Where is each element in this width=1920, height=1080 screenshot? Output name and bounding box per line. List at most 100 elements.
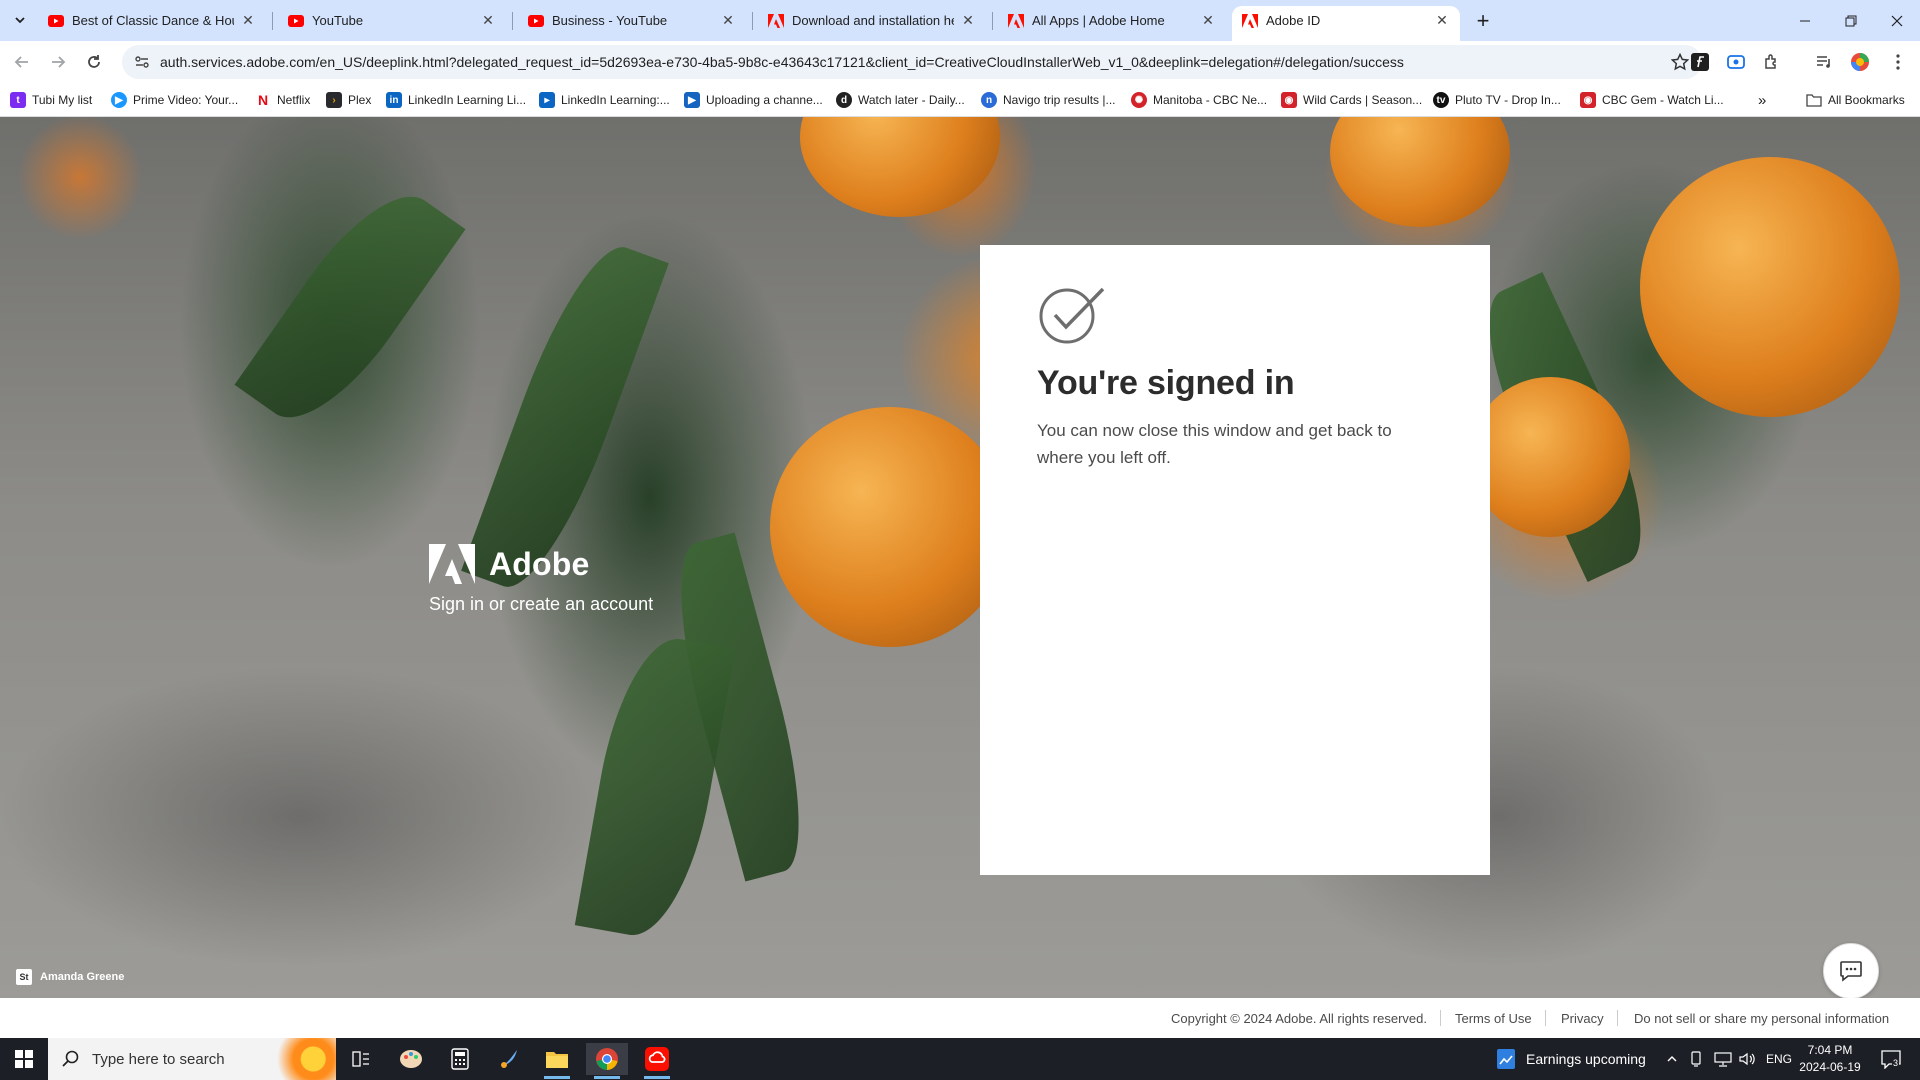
plus-icon: + (1476, 8, 1490, 33)
bookmark-label: Watch later - Daily... (858, 93, 965, 107)
clock-time: 7:04 PM (1807, 1043, 1853, 1057)
address-bar[interactable]: auth.services.adobe.com/en_US/deeplink.h… (122, 45, 1702, 79)
bookmark-cbc-gem[interactable]: ◉ CBC Gem - Watch Li... (1580, 91, 1724, 109)
tab-youtube[interactable]: YouTube ✕ (278, 6, 506, 35)
all-bookmarks-button[interactable]: All Bookmarks (1806, 91, 1905, 109)
folder-icon (1806, 92, 1822, 108)
back-arrow-icon (14, 56, 28, 68)
stock-chart-icon (1497, 1049, 1515, 1069)
close-tab-icon[interactable]: ✕ (960, 12, 976, 29)
bookmark-label: Manitoba - CBC Ne... (1153, 93, 1268, 107)
back-button[interactable] (8, 48, 36, 76)
search-highlight-icon (260, 1038, 336, 1080)
site-info-icon[interactable] (130, 50, 154, 74)
brand-subtitle: Sign in or create an account (429, 594, 654, 614)
calculator-icon[interactable] (439, 1043, 481, 1075)
bookmark-uploading-channel[interactable]: ▶ Uploading a channe... (684, 91, 823, 109)
bookmark-label: Netflix (277, 93, 311, 107)
task-view-icon[interactable] (340, 1043, 382, 1075)
bookmark-label: LinkedIn Learning Li... (408, 93, 527, 107)
tab-download-installation-help[interactable]: Download and installation help ✕ (758, 6, 986, 35)
forward-button[interactable] (44, 48, 72, 76)
bookmark-linkedin-learning-2[interactable]: ▸ LinkedIn Learning:... (539, 91, 670, 109)
bookmark-navigo[interactable]: n Navigo trip results |... (981, 91, 1116, 109)
linkedin-icon: in (386, 92, 402, 108)
more-menu-icon[interactable] (1886, 50, 1910, 74)
cbc-icon: ✺ (1131, 92, 1147, 108)
privacy-link[interactable]: Privacy (1561, 1011, 1604, 1026)
chat-support-button[interactable] (1823, 943, 1879, 998)
tab-adobe-id[interactable]: Adobe ID ✕ (1232, 6, 1460, 41)
weather-widget[interactable]: Earnings upcoming (1496, 1038, 1646, 1080)
plex-icon: › (326, 92, 342, 108)
bookmark-label: Navigo trip results |... (1003, 93, 1116, 107)
close-tab-icon[interactable]: ✕ (480, 12, 496, 29)
do-not-sell-link[interactable]: Do not sell or share my personal informa… (1634, 1011, 1889, 1026)
font-extension-icon[interactable] (1688, 50, 1712, 74)
taskbar-clock[interactable]: 7:04 PM 2024-06-19 (1790, 1042, 1870, 1076)
minimize-button[interactable] (1782, 0, 1828, 41)
network-icon[interactable] (1714, 1038, 1732, 1080)
input-language-indicator[interactable]: ENG (1766, 1038, 1792, 1080)
signed-in-card: You're signed in You can now close this … (980, 245, 1490, 875)
pluto-tv-icon: tv (1433, 92, 1449, 108)
creative-cloud-icon[interactable] (636, 1043, 678, 1079)
close-tab-icon[interactable]: ✕ (240, 12, 256, 29)
volume-icon[interactable] (1738, 1038, 1756, 1080)
bookmark-plex[interactable]: › Plex (326, 91, 371, 109)
more-bookmarks-button[interactable]: » (1758, 91, 1766, 109)
bookmark-label: Wild Cards | Season... (1303, 93, 1423, 107)
bookmark-linkedin-learning-1[interactable]: in LinkedIn Learning Li... (386, 91, 526, 109)
new-tab-button[interactable]: + (1470, 8, 1496, 34)
profile-avatar[interactable] (1848, 50, 1872, 74)
tab-separator (272, 12, 273, 30)
chrome-icon[interactable] (586, 1043, 628, 1079)
device-icon[interactable] (1690, 1038, 1702, 1080)
paint-app-icon[interactable] (390, 1043, 432, 1075)
adobe-brand: Adobe Sign in or create an account (429, 544, 653, 615)
photo-credit-name: Amanda Greene (40, 971, 125, 983)
screen-capture-extension-icon[interactable] (1724, 50, 1748, 74)
success-check-icon (1039, 287, 1105, 344)
tab-all-apps-adobe-home[interactable]: All Apps | Adobe Home ✕ (998, 6, 1226, 35)
start-button[interactable] (0, 1038, 48, 1080)
taskbar-search-box[interactable]: Type here to search (48, 1038, 336, 1080)
bookmark-prime-video[interactable]: ▶ Prime Video: Your... (111, 91, 238, 109)
close-tab-icon[interactable]: ✕ (1434, 12, 1450, 29)
footer-separator (1617, 1010, 1618, 1026)
bookmarks-bar: t Tubi My list ▶ Prime Video: Your... N Net… (0, 83, 1920, 117)
media-controls-icon[interactable] (1812, 50, 1836, 74)
extensions-puzzle-icon[interactable] (1760, 50, 1784, 74)
restore-button[interactable] (1828, 0, 1874, 41)
bookmark-dailymotion[interactable]: d Watch later - Daily... (836, 91, 965, 109)
tab-strip: Best of Classic Dance & House ✕ YouTube … (0, 0, 1920, 41)
youtube-icon (528, 13, 544, 29)
bookmark-wild-cards[interactable]: ◉ Wild Cards | Season... (1281, 91, 1422, 109)
background-leaf (574, 629, 736, 945)
reload-button[interactable] (80, 48, 108, 76)
show-hidden-icons-button[interactable] (1666, 1038, 1678, 1080)
bookmark-pluto-tv[interactable]: tv Pluto TV - Drop In... (1433, 91, 1561, 109)
tab-best-of-classic-dance[interactable]: Best of Classic Dance & House ✕ (38, 6, 266, 35)
close-tab-icon[interactable]: ✕ (720, 12, 736, 29)
bookmark-netflix[interactable]: N Netflix (255, 91, 310, 109)
paint-3d-icon[interactable] (488, 1043, 530, 1075)
tab-business-youtube[interactable]: Business - YouTube ✕ (518, 6, 746, 35)
windows-taskbar: Type here to search Earnings upcoming EN… (0, 1038, 1920, 1080)
terms-of-use-link[interactable]: Terms of Use (1455, 1011, 1532, 1026)
tab-search-button[interactable] (8, 8, 32, 32)
tab-title: All Apps | Adobe Home (1032, 13, 1165, 28)
photo-credit[interactable]: St Amanda Greene (16, 969, 124, 985)
footer-separator (1440, 1010, 1441, 1026)
bookmark-label: Prime Video: Your... (133, 93, 239, 107)
notification-center-button[interactable]: 3 (1880, 1038, 1902, 1080)
bookmark-tubi[interactable]: t Tubi My list (10, 91, 92, 109)
youtube-studio-icon: ▶ (684, 92, 700, 108)
tab-title: Best of Classic Dance & House (72, 13, 234, 28)
bookmark-cbc-manitoba[interactable]: ✺ Manitoba - CBC Ne... (1131, 91, 1267, 109)
close-window-button[interactable] (1874, 0, 1920, 41)
close-tab-icon[interactable]: ✕ (1200, 12, 1216, 29)
reload-icon (88, 55, 100, 68)
file-explorer-icon[interactable] (536, 1043, 578, 1079)
tab-separator (512, 12, 513, 30)
